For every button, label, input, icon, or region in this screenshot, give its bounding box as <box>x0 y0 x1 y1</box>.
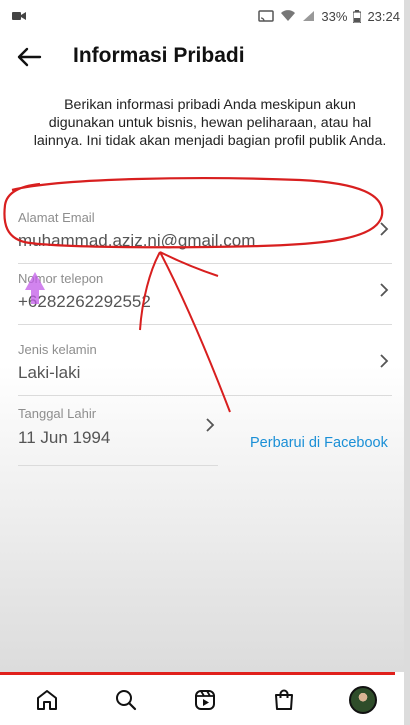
status-time: 23:24 <box>367 8 400 24</box>
nav-profile-button[interactable] <box>345 682 381 718</box>
cast-icon <box>258 9 275 22</box>
reels-icon <box>194 690 215 710</box>
profile-avatar <box>348 686 377 714</box>
update-on-facebook-link[interactable]: Perbarui di Facebook <box>250 435 388 451</box>
status-left <box>12 11 26 21</box>
gender-label: Jenis kelamin <box>18 342 97 357</box>
shop-icon <box>274 689 293 710</box>
birthdate-label: Tanggal Lahir <box>18 406 97 421</box>
chevron-right-icon <box>206 418 215 432</box>
birthdate-value: 11 Jun 1994 <box>18 428 111 447</box>
phone-label: Nomor telepon <box>18 271 104 286</box>
email-field[interactable]: Alamat Email muhammad.aziz.ni@gmail.com <box>18 194 392 264</box>
email-value: muhammad.aziz.ni@gmail.com <box>18 231 256 250</box>
home-icon <box>37 690 58 710</box>
gender-field[interactable]: Jenis kelamin Laki-laki <box>18 326 392 396</box>
phone-field[interactable]: Nomor telepon +6282262292552 <box>18 255 392 325</box>
status-right: 33% 23:24 <box>258 9 400 24</box>
signal-icon <box>303 11 315 21</box>
wifi-icon <box>281 10 296 21</box>
content-area: Berikan informasi pribadi Anda meskipun … <box>0 82 410 672</box>
chevron-right-icon <box>380 283 389 297</box>
battery-icon <box>353 9 362 23</box>
description-text: Berikan informasi pribadi Anda meskipun … <box>33 97 387 149</box>
chevron-right-icon <box>380 222 389 236</box>
nav-search-button[interactable] <box>108 682 144 718</box>
arrow-left-icon <box>17 47 42 67</box>
page-title: Informasi Pribadi <box>73 44 245 67</box>
bottom-nav <box>0 675 410 725</box>
nav-shop-button[interactable] <box>266 682 302 718</box>
phone-value: +6282262292552 <box>18 292 151 311</box>
battery-percent: 33% <box>321 8 348 24</box>
birthdate-field[interactable]: Tanggal Lahir 11 Jun 1994 <box>18 396 218 466</box>
nav-home-button[interactable] <box>29 682 65 718</box>
back-button[interactable] <box>14 42 44 72</box>
screen-edge <box>404 0 410 725</box>
status-bar: 33% 23:24 <box>0 0 410 32</box>
search-icon <box>116 690 137 711</box>
chevron-right-icon <box>380 354 389 368</box>
nav-reels-button[interactable] <box>187 682 223 718</box>
email-label: Alamat Email <box>18 210 95 225</box>
header: Informasi Pribadi <box>0 32 410 82</box>
gender-value: Laki-laki <box>18 363 81 382</box>
video-camera-icon <box>12 12 26 20</box>
